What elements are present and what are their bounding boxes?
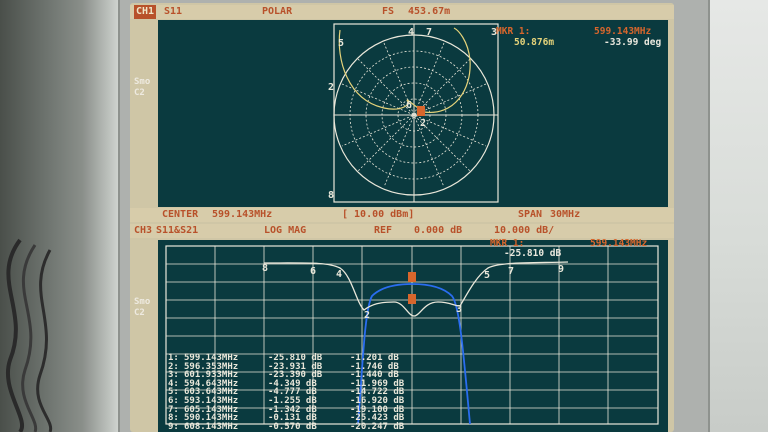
center-value[interactable]: 599.143MHz	[212, 208, 272, 222]
ch1-marker-mag: 50.876m	[514, 37, 555, 48]
ch1-header: CH1 S11 POLAR FS 453.67m	[130, 5, 674, 19]
s11-polar-trace	[338, 27, 471, 113]
ch1-footer: CENTER 599.143MHz [ 10.00 dBm] SPAN 30MH…	[130, 208, 674, 222]
logmag-marker-5: 5	[484, 270, 490, 281]
logmag-marker-9: 9	[558, 264, 564, 275]
ch3-marker-value: -25.810 dB	[504, 248, 562, 259]
logmag-marker-6: 6	[310, 266, 316, 277]
ch3-channel-chip[interactable]: CH3	[132, 224, 154, 238]
logmag-active-marker-s11	[408, 272, 416, 282]
ch3-params[interactable]: S11&S21	[156, 224, 198, 238]
ch1-polar-screen[interactable]: 5 4 7 3 2 6 2 8 MKR 1: 599.143MHz 50.876…	[158, 20, 668, 207]
photo-scene: CH1 S11 POLAR FS 453.67m Smo C2 5 4 7 3 …	[0, 0, 768, 432]
logmag-marker-2: 2	[364, 310, 370, 321]
marker-table-s11: -0.570 dB	[268, 421, 317, 432]
ch1-marker-phase: -33.99 deg	[604, 37, 662, 48]
polar-marker-5: 5	[338, 38, 344, 49]
ch1-fs-label: FS	[382, 6, 395, 17]
ch3-marker-freq: 599.143MHz	[590, 238, 648, 249]
ch3-logmag-screen[interactable]: 8 6 4 2 3 5 7 9 MKR 1: -25.810 dB 599.14…	[158, 238, 668, 432]
logmag-marker-8: 8	[262, 263, 268, 274]
logmag-marker-7: 7	[508, 266, 514, 277]
ch3-side-label-smo: Smo	[134, 297, 151, 307]
ch3-ref-label: REF	[374, 225, 393, 236]
ch1-marker-freq: 599.143MHz	[594, 26, 652, 37]
logmag-marker-3: 3	[456, 304, 462, 315]
power-value[interactable]: [ 10.00 dBm]	[342, 208, 414, 222]
polar-marker-8: 8	[328, 190, 334, 201]
logmag-markers: 8 6 4 2 3 5 7 9	[262, 263, 564, 321]
logmag-marker-4: 4	[336, 269, 342, 280]
center-label: CENTER	[162, 209, 199, 220]
ch1-format[interactable]: POLAR	[262, 5, 292, 19]
ch1-side-labels: Smo C2	[134, 77, 150, 99]
polar-marker-2b: 2	[420, 118, 426, 129]
ch1-side-label-smo: Smo	[134, 77, 151, 87]
marker-table-num: 9:	[168, 421, 179, 432]
analyzer-display: CH1 S11 POLAR FS 453.67m Smo C2 5 4 7 3 …	[130, 3, 674, 432]
ch3-format[interactable]: LOG MAG	[264, 224, 306, 238]
span-label: SPAN	[518, 209, 543, 220]
ch3-scale: 10.000 dB/	[494, 225, 555, 236]
ch1-channel-chip[interactable]: CH1	[134, 5, 157, 19]
polar-plot: 5 4 7 3 2 6 2 8	[328, 23, 499, 203]
marker-table-freq: 608.143MHz	[184, 421, 239, 432]
coiled-cable	[6, 238, 53, 432]
ch3-header: CH3 S11&S21 LOG MAG REF 0.000 dB 10.000 …	[130, 224, 674, 238]
marker-table-s21: -20.247 dB	[350, 421, 405, 432]
ch1-side-label-c2: C2	[134, 88, 145, 98]
ch1-fs-value: 453.67m	[408, 6, 451, 17]
span-value[interactable]: 30MHz	[550, 208, 580, 222]
polar-marker-2: 2	[328, 82, 334, 93]
ch3-ref-value: 0.000 dB	[414, 225, 463, 236]
polar-marker-4: 4	[408, 27, 414, 38]
ch3-side-labels: Smo C2	[134, 297, 150, 319]
ch3-side-label-c2: C2	[134, 308, 145, 318]
polar-marker-7: 7	[426, 27, 432, 38]
polar-marker-6: 6	[406, 100, 412, 111]
ch1-marker-label: MKR 1:	[496, 26, 531, 37]
ch1-param[interactable]: S11	[164, 5, 182, 19]
logmag-active-marker-s21	[408, 294, 416, 304]
polar-active-marker	[417, 106, 425, 116]
